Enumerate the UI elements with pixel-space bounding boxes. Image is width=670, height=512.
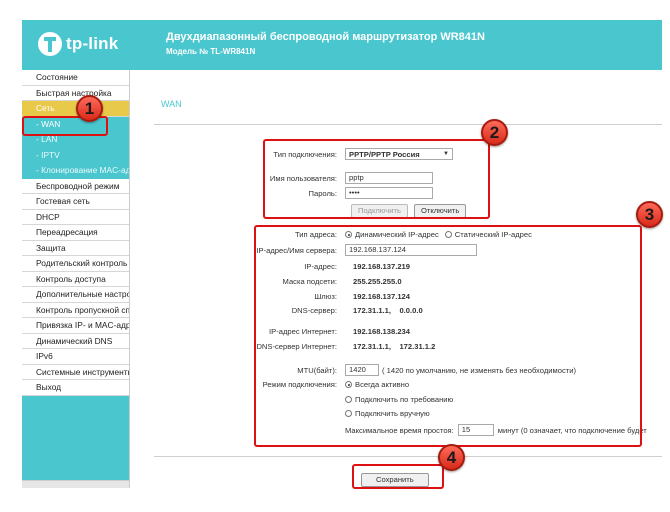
sidebar-item-wireless[interactable]: Беспроводной режим — [22, 178, 129, 194]
tp-link-logo: tp-link — [38, 32, 118, 56]
sidebar-item-access-control[interactable]: Контроль доступа — [22, 271, 129, 287]
tp-link-logo-icon — [38, 32, 62, 56]
sidebar-fill — [22, 395, 129, 488]
router-header: tp-link Двухдиапазонный беспроводной мар… — [22, 20, 662, 70]
divider-bottom — [154, 456, 662, 457]
sidebar-item-bandwidth-control[interactable]: Контроль пропускной способности — [22, 302, 129, 318]
sidebar-item-ip-mac-binding[interactable]: Привязка IP- и MAC-адресов — [22, 318, 129, 334]
sidebar-item-ipv6[interactable]: IPv6 — [22, 349, 129, 365]
step-badge-1: 1 — [76, 95, 103, 122]
brand-name: tp-link — [66, 34, 119, 53]
step-badge-3: 3 — [636, 201, 663, 228]
page-title: WAN — [161, 99, 182, 109]
sidebar-item-parental-control[interactable]: Родительский контроль — [22, 256, 129, 272]
sidebar-item-status[interactable]: Состояние — [22, 70, 129, 86]
sidebar-subitem-iptv[interactable]: - IPTV — [22, 147, 129, 163]
highlight-connection-section — [263, 139, 490, 219]
sidebar-item-advanced[interactable]: Дополнительные настройки — [22, 287, 129, 303]
sidebar-subitem-mac-clone[interactable]: - Клонирование MAC-адреса — [22, 163, 129, 179]
sidebar-item-dhcp[interactable]: DHCP — [22, 209, 129, 225]
sidebar-item-guest-network[interactable]: Гостевая сеть — [22, 194, 129, 210]
sidebar-item-security[interactable]: Защита — [22, 240, 129, 256]
sidebar-item-ddns[interactable]: Динамический DNS — [22, 333, 129, 349]
sidebar-item-forwarding[interactable]: Переадресация — [22, 225, 129, 241]
highlight-address-section — [254, 225, 642, 447]
sidebar-item-quick-setup[interactable]: Быстрая настройка — [22, 85, 129, 101]
highlight-save-button — [352, 464, 444, 489]
sidebar-horizontal-scrollbar[interactable] — [22, 480, 129, 488]
sidebar-item-system-tools[interactable]: Системные инструменты — [22, 364, 129, 380]
sidebar-item-logout[interactable]: Выход — [22, 380, 129, 396]
step-badge-2: 2 — [481, 119, 508, 146]
router-model: Модель № TL-WR841N — [166, 47, 256, 56]
step-badge-4: 4 — [438, 444, 465, 471]
divider-top — [154, 124, 662, 125]
router-title: Двухдиапазонный беспроводной маршрутизат… — [166, 31, 485, 43]
